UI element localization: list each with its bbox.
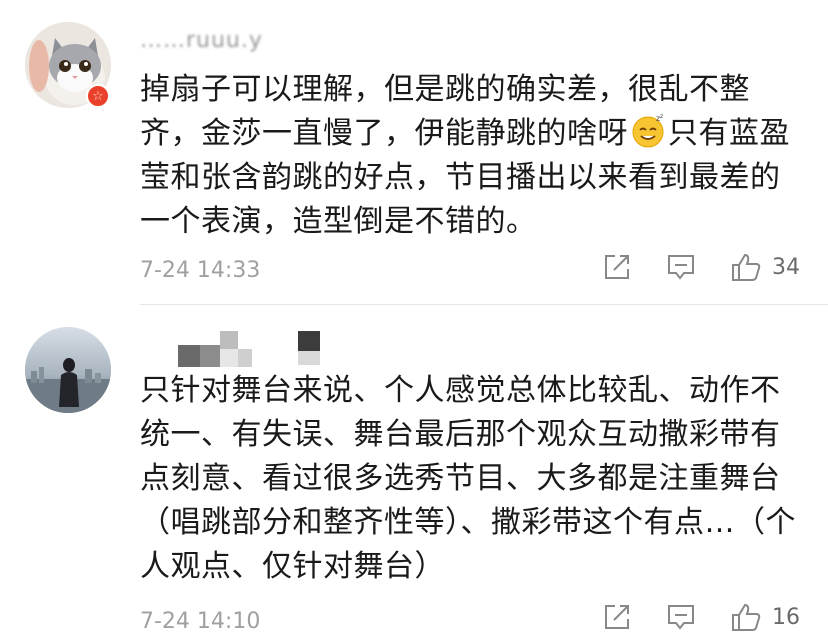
svg-text:z: z (660, 113, 664, 120)
like-count: 16 (772, 604, 800, 630)
city-view-avatar-image (25, 327, 111, 413)
comment-item: ☆ ……ruuu.y 掉扇子可以理解，但是跳的确实差，很乱不整齐，金莎一直慢了，… (0, 0, 828, 305)
verified-badge-icon: ☆ (86, 84, 110, 108)
like-icon (732, 253, 761, 281)
like-count: 34 (772, 254, 800, 280)
timestamp: 7-24 14:10 (140, 609, 261, 634)
like-icon (732, 603, 761, 631)
timestamp: 7-24 14:33 (140, 258, 261, 283)
share-button[interactable] (602, 252, 632, 282)
comment-actions: 34 (568, 252, 800, 282)
comment-actions: 16 (568, 602, 800, 632)
like-button[interactable]: 34 (730, 252, 800, 282)
share-icon (605, 255, 629, 279)
like-button[interactable]: 16 (730, 602, 800, 632)
sleepy-smile-emoji-icon: z z (632, 113, 664, 148)
share-button[interactable] (602, 602, 632, 632)
comment-item: 只针对舞台来说、个人感觉总体比较乱、动作不统一、有失误、舞台最后那个观众互动撒彩… (0, 309, 828, 642)
avatar[interactable] (25, 327, 111, 413)
comment-icon (668, 255, 694, 280)
comment-text: 掉扇子可以理解，但是跳的确实差，很乱不整齐，金莎一直慢了，伊能静跳的啥呀 z z… (140, 68, 800, 244)
comment-button[interactable] (666, 603, 696, 631)
share-icon (605, 605, 629, 629)
divider (140, 304, 828, 305)
comment-icon (668, 605, 694, 630)
comment-text: 只针对舞台来说、个人感觉总体比较乱、动作不统一、有失误、舞台最后那个观众互动撒彩… (140, 373, 796, 584)
comment-button[interactable] (666, 253, 696, 281)
username[interactable]: ……ruuu.y (140, 28, 263, 56)
username-mosaic (178, 331, 358, 371)
